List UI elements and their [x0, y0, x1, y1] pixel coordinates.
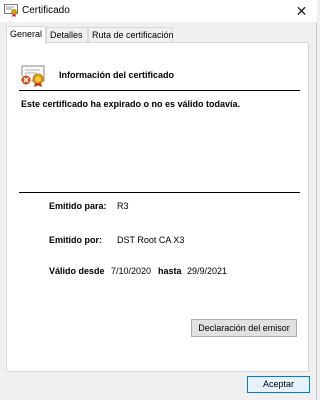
issued-to-label: Emitido para:: [49, 201, 107, 211]
certificate-error-icon: [20, 65, 45, 87]
info-title: Información del certificado: [59, 70, 175, 80]
certificate-dialog: Certificado ✕ General Detalles Ruta de c…: [0, 0, 317, 400]
close-icon: ✕: [295, 3, 308, 19]
title-bar: Certificado ✕: [0, 0, 317, 22]
tab-details[interactable]: Detalles: [46, 27, 88, 42]
valid-from-value: 7/10/2020: [111, 266, 152, 276]
tab-certification-path[interactable]: Ruta de certificación: [88, 27, 174, 42]
info-header: Información del certificado: [19, 61, 304, 89]
certificate-icon: [4, 4, 18, 17]
issuer-statement-button[interactable]: Declaración del emisor: [191, 319, 297, 337]
valid-to-value: 29/9/2021: [187, 266, 228, 276]
divider: [19, 192, 300, 193]
issued-by-value: DST Root CA X3: [117, 235, 185, 245]
general-panel: Información del certificado Este certifi…: [6, 42, 309, 372]
valid-from-label: Válido desde: [49, 266, 105, 276]
issued-to-value: R3: [117, 201, 129, 211]
status-message: Este certificado ha expirado o no es vál…: [21, 99, 241, 109]
tab-general[interactable]: General: [6, 26, 46, 44]
close-button[interactable]: ✕: [286, 0, 317, 22]
window-title: Certificado: [22, 5, 70, 16]
divider: [19, 90, 300, 91]
issued-by-label: Emitido por:: [49, 235, 102, 245]
valid-to-label: hasta: [158, 266, 182, 276]
accept-button[interactable]: Aceptar: [247, 376, 310, 393]
